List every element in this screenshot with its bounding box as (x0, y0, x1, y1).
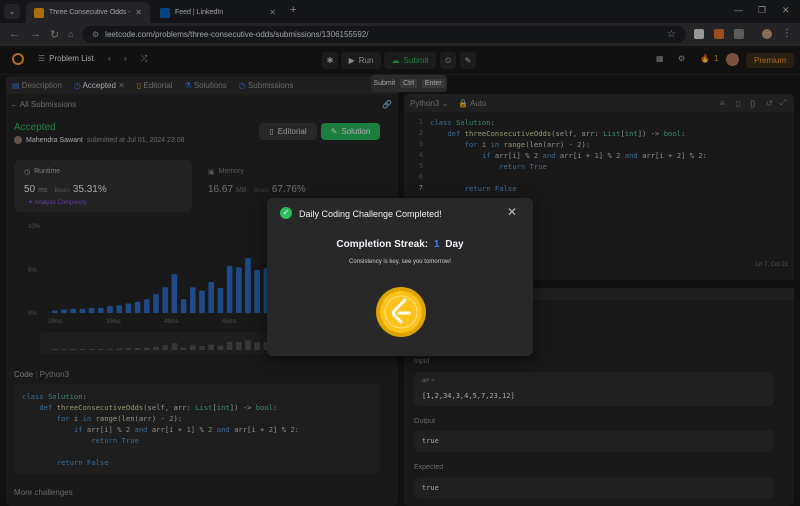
leetcode-coin-icon (376, 287, 426, 337)
modal-close-icon[interactable]: ✕ (507, 205, 517, 219)
check-circle-icon: ✓ (280, 207, 292, 219)
daily-challenge-modal: ✓ Daily Coding Challenge Completed! ✕ Co… (267, 198, 533, 356)
modal-title: Daily Coding Challenge Completed! (299, 209, 442, 219)
completion-streak: Completion Streak: 1 Day (336, 239, 464, 250)
modal-message: Consistency is key, see you tomorrow! (349, 259, 451, 265)
